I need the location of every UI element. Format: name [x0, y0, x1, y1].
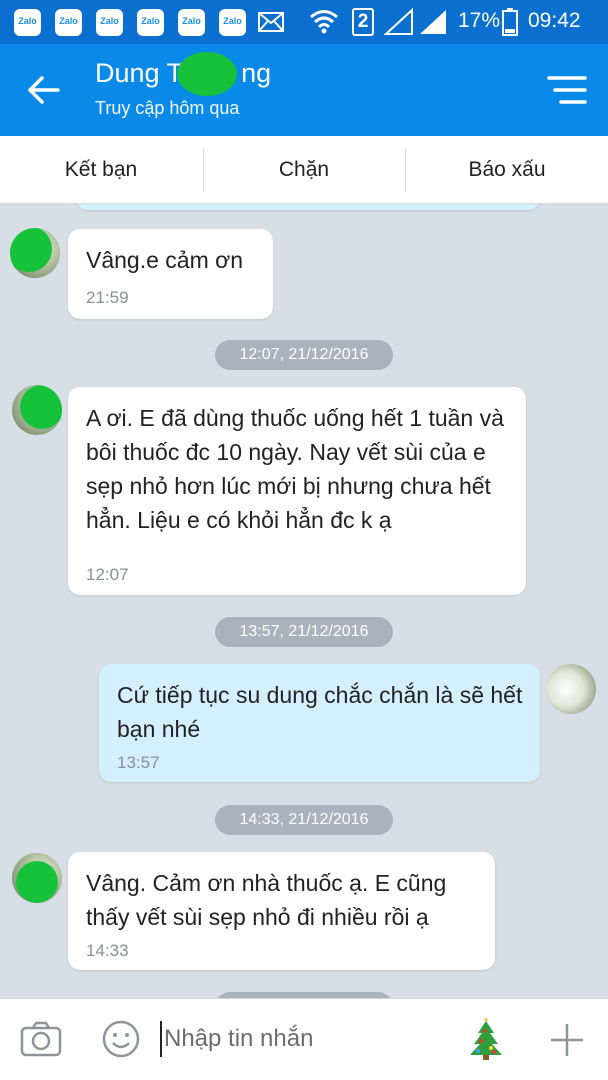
date-separator: 12:07, 21/12/2016 — [215, 340, 393, 370]
message-input[interactable]: Nhập tin nhắn — [164, 1025, 313, 1053]
zalo-icon: Zalo — [55, 9, 82, 36]
avatar[interactable] — [12, 385, 62, 435]
date-separator: 14:33, 21/12/2016 — [215, 805, 393, 835]
plus-icon[interactable] — [549, 1022, 585, 1058]
chat-area[interactable]: Vâng.e cảm ơn 21:59 12:07, 21/12/2016 A … — [0, 204, 608, 998]
zalo-icon: Zalo — [137, 9, 164, 36]
menu-icon[interactable] — [547, 74, 587, 106]
message-bubble[interactable]: Vâng.e cảm ơn 21:59 — [68, 229, 273, 319]
emoji-icon[interactable] — [102, 1020, 140, 1058]
message-text: Cứ tiếp tục su dung chắc chắn là sẽ hết … — [117, 682, 523, 742]
zalo-icon: Zalo — [219, 9, 246, 36]
message-text: Vâng.e cảm ơn — [86, 247, 244, 273]
add-friend-button[interactable]: Kết bạn — [0, 136, 202, 204]
status-bar: Zalo Zalo Zalo Zalo Zalo Zalo 2 17% 09:4… — [0, 0, 608, 44]
zalo-icon: Zalo — [96, 9, 123, 36]
clock: 09:42 — [528, 9, 581, 32]
avatar[interactable] — [10, 228, 60, 278]
signal-icon — [384, 8, 413, 35]
my-message-bubble[interactable]: Cứ tiếp tục su dung chắc chắn là sẽ hết … — [99, 664, 540, 782]
redaction-blob — [177, 52, 237, 96]
block-button[interactable]: Chặn — [203, 136, 405, 204]
text-caret — [160, 1021, 162, 1057]
signal-icon — [420, 10, 446, 34]
message-time: 21:59 — [86, 288, 129, 307]
action-bar: Kết bạn Chặn Báo xấu — [0, 136, 608, 204]
last-seen-status: Truy cập hôm qua — [95, 98, 240, 118]
mail-icon — [258, 12, 284, 32]
message-time: 14:33 — [86, 941, 129, 960]
battery-icon — [502, 8, 518, 36]
date-separator: 13:57, 21/12/2016 — [215, 617, 393, 647]
report-button[interactable]: Báo xấu — [406, 136, 608, 204]
message-text: Vâng. Cảm ơn nhà thuốc ạ. E cũng thấy vế… — [86, 870, 447, 930]
zalo-icon: Zalo — [14, 9, 41, 36]
message-bubble[interactable]: Vâng. Cảm ơn nhà thuốc ạ. E cũng thấy vế… — [68, 852, 495, 970]
back-arrow-icon[interactable] — [24, 70, 64, 110]
message-bubble-partial — [76, 204, 540, 210]
tree-sticker-icon[interactable] — [466, 1017, 506, 1061]
zalo-icon: Zalo — [178, 9, 205, 36]
avatar[interactable] — [12, 853, 62, 903]
wifi-icon — [310, 10, 338, 34]
chat-header: Dung Tng Truy cập hôm qua — [0, 44, 608, 136]
message-bubble[interactable]: A ơi. E đã dùng thuốc uống hết 1 tuần và… — [68, 387, 526, 595]
message-text: A ơi. E đã dùng thuốc uống hết 1 tuần và… — [86, 405, 504, 533]
message-time: 13:57 — [117, 753, 160, 772]
battery-percentage: 17% — [458, 9, 501, 32]
sim-indicator: 2 — [352, 8, 374, 36]
camera-icon[interactable] — [20, 1021, 62, 1057]
message-time: 12:07 — [86, 565, 129, 584]
my-avatar[interactable] — [546, 664, 596, 714]
message-input-bar: Nhập tin nhắn — [0, 998, 608, 1080]
